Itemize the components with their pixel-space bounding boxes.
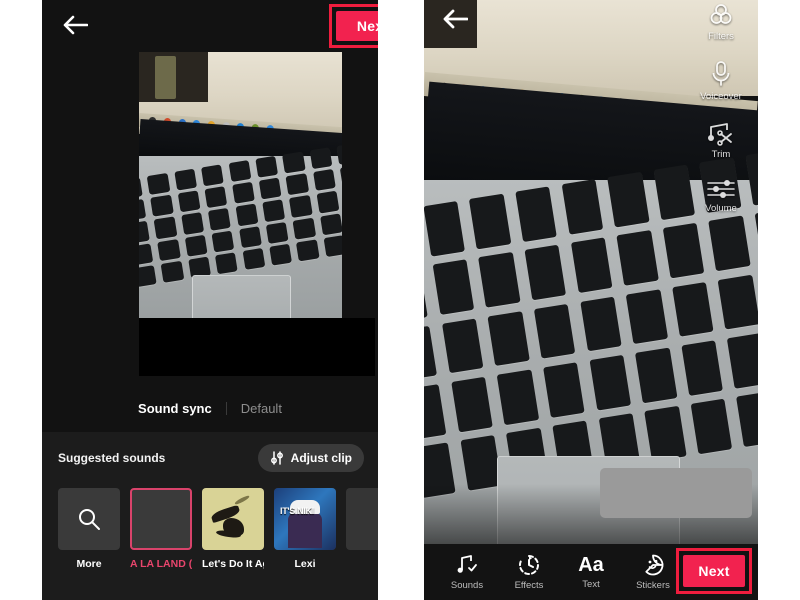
- right-bottom-toolbar: Sounds Effects Aa Text Stickers Next: [424, 544, 758, 600]
- sound-card-partial[interactable]: [346, 488, 378, 588]
- bottom-tool-text[interactable]: Aa Text: [560, 554, 622, 590]
- sound-thumbnail[interactable]: [346, 488, 378, 550]
- next-button-highlight-right: Next: [676, 548, 752, 594]
- album-art: [202, 488, 264, 550]
- text-aa-icon: Aa: [578, 554, 604, 576]
- bottom-tool-label: Text: [582, 579, 600, 590]
- left-top-bar: [42, 0, 378, 52]
- screenshot-root: Next Sound sync Default Suggested sounds: [0, 0, 800, 600]
- suggested-sounds-header: Suggested sounds Adjust clip: [42, 442, 378, 478]
- suggested-sounds-label: Suggested sounds: [58, 451, 166, 465]
- bottom-tool-effects[interactable]: Effects: [498, 553, 560, 591]
- sound-label: A LA LAND (: [130, 558, 192, 570]
- bottom-tool-label: Sounds: [450, 580, 484, 591]
- sound-card-more[interactable]: More: [58, 488, 120, 588]
- wall-object: [155, 56, 176, 100]
- tool-label: Trim: [711, 149, 731, 160]
- sound-thumbnail[interactable]: [202, 488, 264, 550]
- next-button-highlight-left: Next: [329, 4, 378, 48]
- sound-sync-tabs: Sound sync Default: [42, 392, 378, 424]
- sound-thumbnail[interactable]: [58, 488, 120, 550]
- redaction-block-left: [139, 318, 375, 376]
- bottom-tool-sounds[interactable]: Sounds: [436, 553, 498, 591]
- redaction-block-right: [600, 468, 752, 518]
- volume-sliders-icon: [706, 178, 736, 200]
- tab-sound-sync[interactable]: Sound sync: [138, 401, 212, 416]
- suggested-sounds-list[interactable]: More A LA LAND (Let's Do It Ag IT'S NIK…: [42, 488, 378, 588]
- album-art: IT'S NIKI: [274, 488, 336, 550]
- sound-card-a-la-land[interactable]: A LA LAND (: [130, 488, 192, 588]
- sound-thumbnail-selected[interactable]: [130, 488, 192, 550]
- tool-volume[interactable]: Volume: [705, 178, 737, 214]
- laptop-photo: [139, 48, 342, 318]
- bottom-tool-stickers[interactable]: Stickers: [622, 553, 684, 591]
- tab-divider: [225, 401, 227, 415]
- sliders-icon: [270, 451, 284, 465]
- back-arrow-icon[interactable]: [442, 8, 468, 30]
- sound-card-lets-do-it-again[interactable]: Let's Do It Ag: [202, 488, 264, 588]
- effects-clock-icon: [517, 553, 541, 577]
- sound-card-lexi[interactable]: IT'S NIKI Lexi: [274, 488, 336, 588]
- tool-label: Volume: [705, 203, 737, 214]
- sound-label: More: [76, 558, 102, 570]
- next-button[interactable]: Next: [683, 555, 745, 587]
- side-toolbar: Filters Voiceover Trim Volume: [688, 2, 754, 214]
- tool-filters[interactable]: Filters: [708, 2, 734, 42]
- left-video-preview[interactable]: [139, 48, 342, 318]
- back-arrow-icon[interactable]: [62, 14, 88, 36]
- tool-trim[interactable]: Trim: [707, 120, 735, 160]
- right-phone-screen: Filters Voiceover Trim Volume Sounds Eff…: [424, 0, 758, 600]
- trim-scissors-icon: [707, 120, 735, 146]
- adjust-clip-button[interactable]: Adjust clip: [257, 444, 364, 472]
- bottom-tool-label: Stickers: [636, 580, 670, 591]
- sound-label: Let's Do It Ag: [202, 558, 264, 570]
- sound-thumbnail[interactable]: IT'S NIKI: [274, 488, 336, 550]
- suggested-sounds-panel: Suggested sounds Adjust clip More A LA L…: [42, 432, 378, 600]
- search-icon: [58, 488, 120, 550]
- left-phone-screen: Next Sound sync Default Suggested sounds: [42, 0, 378, 600]
- tool-label: Voiceover: [700, 91, 742, 102]
- bottom-tool-label: Effects: [514, 580, 544, 591]
- tool-label: Filters: [708, 31, 734, 42]
- sticker-face-icon: [641, 553, 665, 577]
- microphone-icon: [708, 60, 734, 88]
- music-note-check-icon: [455, 553, 479, 577]
- sound-label: Lexi: [294, 558, 316, 570]
- tool-voiceover[interactable]: Voiceover: [700, 60, 742, 102]
- tab-default[interactable]: Default: [241, 401, 282, 416]
- adjust-clip-label: Adjust clip: [290, 451, 352, 465]
- next-button[interactable]: Next: [336, 11, 378, 41]
- laptop-trackpad: [191, 274, 292, 318]
- filters-icon: [708, 2, 734, 28]
